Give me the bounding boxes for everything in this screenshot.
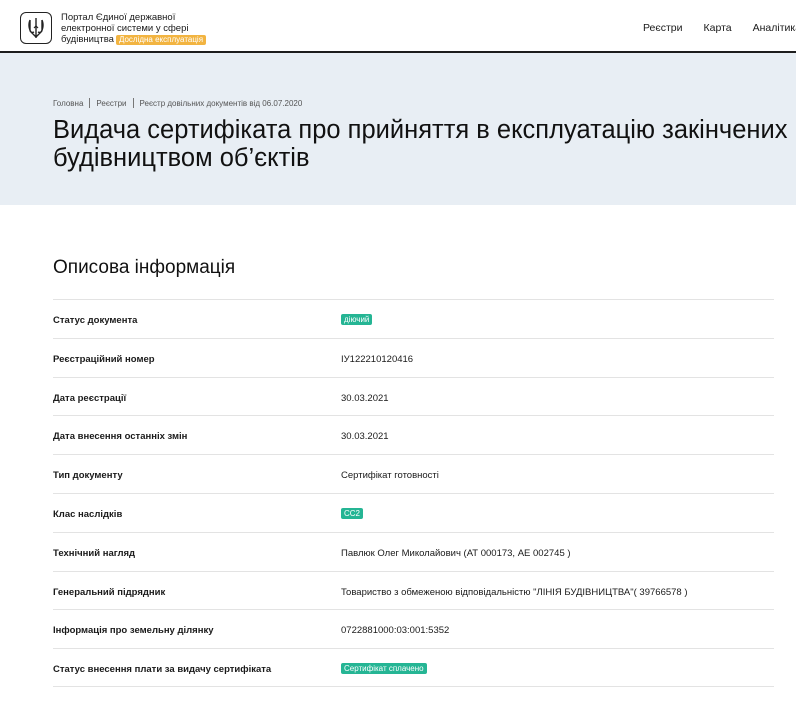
portal-name[interactable]: Портал Єдиної державної електронної сист… (61, 12, 221, 45)
row-document-type: Тип документу Сертифікат готовності (53, 454, 774, 493)
portal-name-line3: будівництва (61, 34, 114, 45)
label-payment-status: Статус внесення плати за видачу сертифік… (53, 664, 272, 676)
row-payment-status: Статус внесення плати за видачу сертифік… (53, 648, 774, 687)
label-land-plot: Інформація про земельну ділянку (53, 625, 214, 637)
value-registration-number: ІУ122210120416 (341, 353, 414, 365)
details-table: Статус документа діючий Реєстраційний но… (53, 299, 774, 687)
section-title: Описова інформація (53, 257, 236, 278)
payment-status-badge: Сертифікат сплачено (341, 663, 427, 675)
label-consequence-class: Клас наслідків (53, 508, 123, 520)
label-general-contractor: Генеральний підрядник (53, 586, 166, 598)
page-hero: Головна Реєстри Реєстр довільних документі… (0, 53, 796, 205)
value-last-change-date: 30.03.2021 (341, 431, 389, 443)
nav-analytics[interactable]: Аналітика (753, 22, 796, 34)
value-general-contractor: Товариство з обмеженою відповідальністю … (341, 586, 688, 598)
row-registration-number: Реєстраційний номер ІУ122210120416 (53, 337, 774, 377)
breadcrumb-separator (132, 98, 134, 108)
value-land-plot: 0722881000:03:001:5352 (341, 625, 450, 637)
breadcrumb-home[interactable]: Головна (53, 99, 83, 108)
breadcrumb: Головна Реєстри Реєстр довільних документі… (53, 98, 302, 108)
label-last-change-date: Дата внесення останніх змін (53, 431, 188, 443)
row-technical-supervision: Технічний нагляд Павлюк Олег Миколайович… (53, 531, 774, 571)
row-land-plot: Інформація про земельну ділянку 07228810… (53, 609, 774, 648)
site-header: Портал Єдиної державної електронної сист… (0, 0, 796, 53)
label-registration-number: Реєстраційний номер (53, 353, 155, 365)
row-registration-date: Дата реєстрації 30.03.2021 (53, 376, 774, 416)
label-document-type: Тип документу (53, 470, 123, 482)
portal-name-line3-wrap: будівництва Дослідна експлуатація (61, 34, 221, 45)
value-registration-date: 30.03.2021 (341, 392, 389, 404)
portal-name-line2: електронної системи у сфері (61, 23, 189, 34)
page-title-line1: Видача сертифіката про прийняття в експл… (53, 116, 788, 144)
nav-map[interactable]: Карта (704, 22, 732, 34)
breadcrumb-separator (89, 98, 91, 108)
label-technical-supervision: Технічний нагляд (53, 547, 136, 559)
row-document-status: Статус документа діючий (53, 299, 774, 338)
value-technical-supervision: Павлюк Олег Миколайович (АТ 000173, АЕ 0… (341, 547, 571, 559)
nav-registries[interactable]: Реєстри (643, 22, 683, 34)
page-title: Видача сертифіката про прийняття в експл… (53, 116, 796, 172)
row-consequence-class: Клас наслідків СС2 (53, 492, 774, 532)
pilot-badge: Дослідна експлуатація (115, 35, 207, 45)
status-badge: діючий (341, 314, 373, 325)
label-document-status: Статус документа (53, 315, 138, 326)
consequence-class-badge: СС2 (341, 507, 364, 519)
main-nav: Реєстри Карта Аналітика (643, 22, 796, 34)
breadcrumb-registries[interactable]: Реєстри (96, 99, 126, 108)
trident-icon[interactable] (20, 12, 52, 44)
breadcrumb-registry[interactable]: Реєстр довільних документів від 06.07.20… (140, 99, 303, 108)
row-last-change-date: Дата внесення останніх змін 30.03.2021 (53, 415, 774, 454)
label-registration-date: Дата реєстрації (53, 392, 127, 404)
page-title-line2: будівництвом об’єктів (53, 144, 310, 172)
value-document-type: Сертифікат готовності (341, 470, 439, 482)
portal-name-line1: Портал Єдиної державної (61, 12, 176, 23)
row-general-contractor: Генеральний підрядник Товариство з обмеж… (53, 570, 774, 610)
